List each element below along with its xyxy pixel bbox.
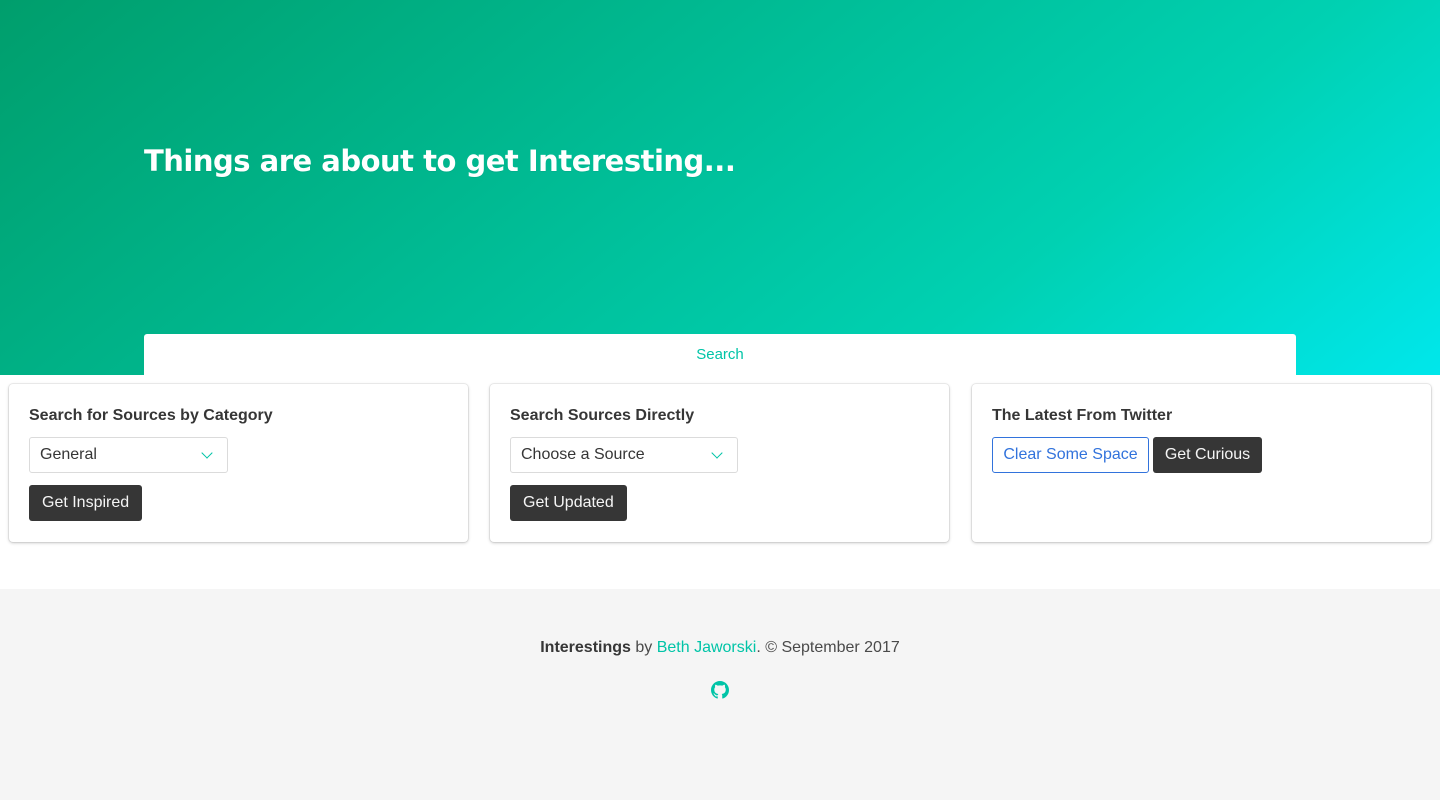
source-select[interactable]: Choose a Source — [510, 437, 738, 473]
card-title: The Latest From Twitter — [992, 407, 1173, 424]
footer-copyright: . © September 2017 — [756, 639, 900, 656]
direct-source-card: Search Sources Directly Choose a Source … — [490, 384, 949, 542]
hero-title: Things are about to get Interesting... — [144, 144, 736, 178]
source-select-value: Choose a Source — [521, 446, 645, 463]
card-title: Search Sources Directly — [510, 407, 695, 424]
hero-banner: Things are about to get Interesting... S… — [0, 0, 1440, 375]
footer-credit: Interestings by Beth Jaworski. © Septemb… — [0, 639, 1440, 657]
github-icon[interactable] — [711, 681, 729, 699]
footer-brand: Interestings — [540, 639, 631, 656]
clear-some-space-button[interactable]: Clear Some Space — [992, 437, 1149, 473]
category-select[interactable]: General — [29, 437, 228, 473]
twitter-card: The Latest From Twitter Clear Some Space… — [972, 384, 1431, 542]
author-link[interactable]: Beth Jaworski — [657, 639, 757, 656]
tab-bar: Search — [144, 334, 1296, 375]
category-search-card: Search for Sources by Category General G… — [9, 384, 468, 542]
chevron-down-icon — [201, 447, 213, 459]
footer: Interestings by Beth Jaworski. © Septemb… — [0, 589, 1440, 800]
card-title: Search for Sources by Category — [29, 407, 273, 424]
get-curious-button[interactable]: Get Curious — [1153, 437, 1262, 473]
get-updated-button[interactable]: Get Updated — [510, 485, 627, 521]
chevron-down-icon — [711, 447, 723, 459]
category-select-value: General — [40, 446, 97, 463]
get-inspired-button[interactable]: Get Inspired — [29, 485, 143, 521]
tab-search[interactable]: Search — [688, 334, 752, 375]
footer-by: by — [630, 639, 657, 656]
